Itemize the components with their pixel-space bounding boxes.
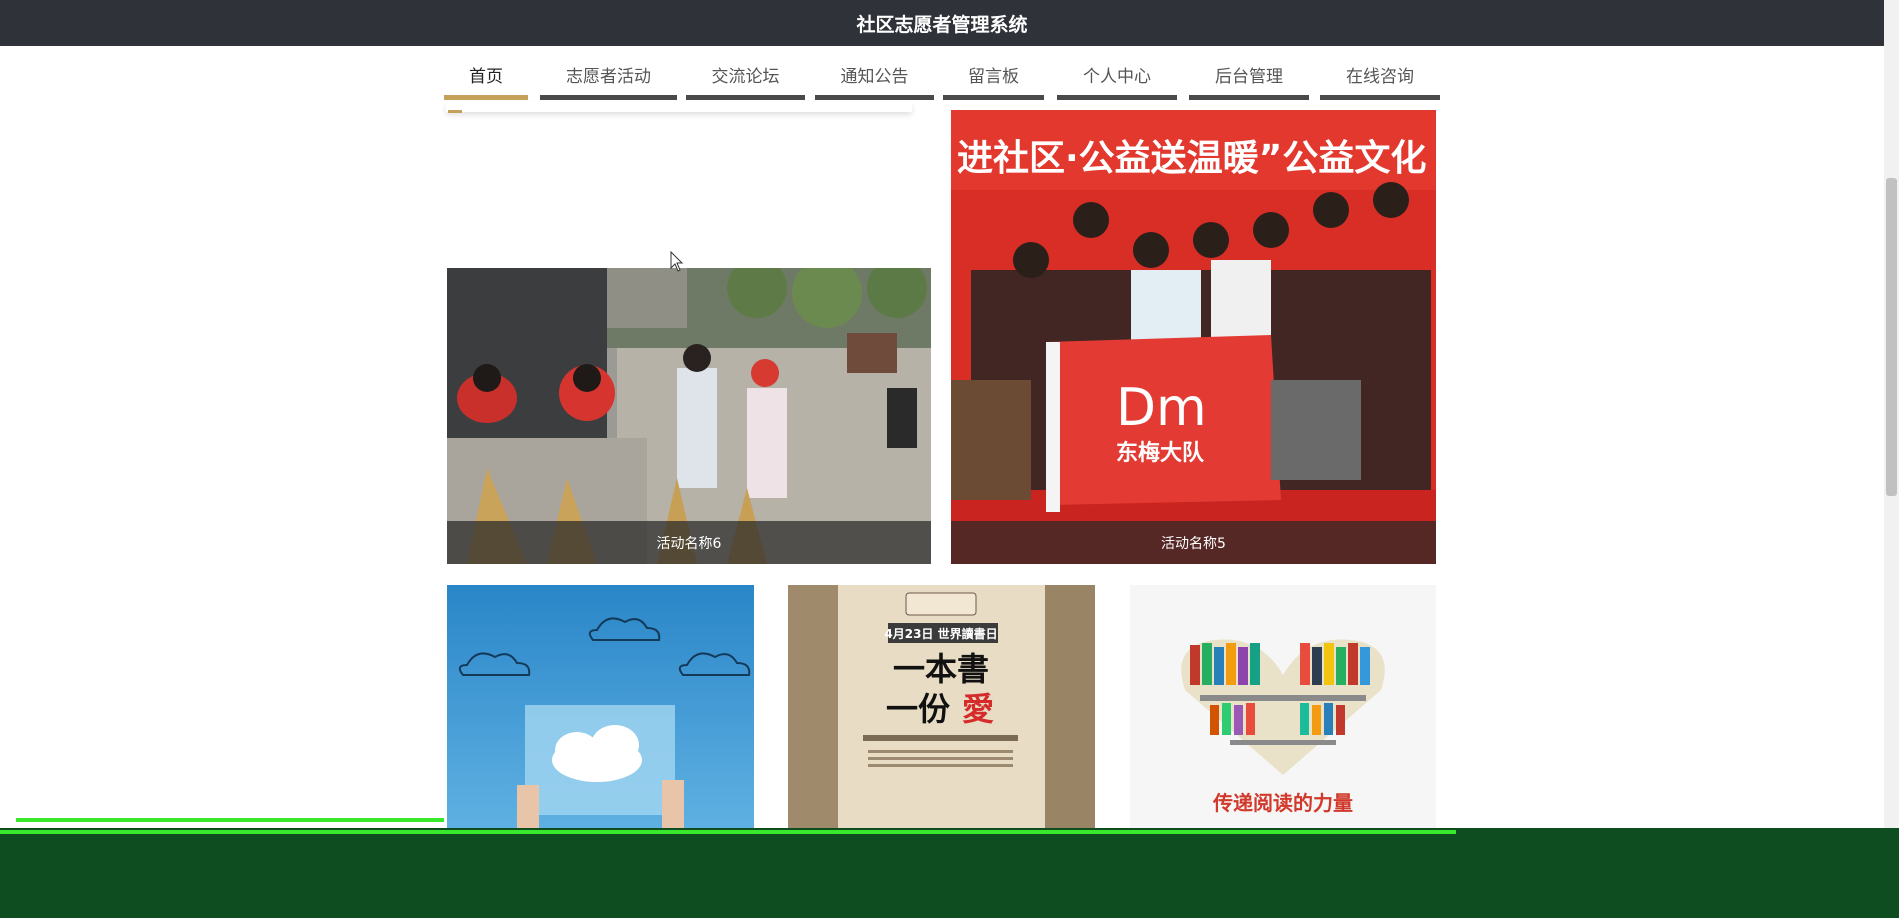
overlay-line	[0, 830, 1456, 834]
nav-item-home[interactable]: 首页	[444, 46, 528, 102]
group-photo: 进社区·公益送温暖”公益文化 Dm 东梅大队	[951, 110, 1436, 564]
svg-text:进社区·公益送温暖”公益文化: 进社区·公益送温暖”公益文化	[957, 138, 1426, 179]
activity-thumb-cloud[interactable]	[447, 585, 754, 830]
activity-card-6[interactable]: 活动名称6	[447, 268, 931, 564]
mouse-cursor-icon	[670, 251, 684, 272]
app-header: 社区志愿者管理系统	[0, 0, 1884, 46]
nav-item-forum[interactable]: 交流论坛	[686, 46, 805, 102]
nav-item-admin[interactable]: 后台管理	[1189, 46, 1309, 102]
bottom-overlay-band	[0, 828, 1899, 918]
nav-item-notices[interactable]: 通知公告	[815, 46, 934, 102]
news-card-edge	[446, 102, 912, 112]
activity-thumb-reading-day[interactable]: 4月23日 世界讀書日 一本書 一份 愛	[788, 585, 1095, 830]
svg-text:一本書: 一本書	[893, 650, 989, 688]
main-nav: 首页 志愿者活动 交流论坛 通知公告 留言板 个人中心 后台管理 在线咨询	[0, 46, 1884, 102]
reading-day-poster-image: 4月23日 世界讀書日 一本書 一份 愛	[788, 585, 1095, 830]
svg-text:愛: 愛	[962, 690, 994, 728]
cloud-sign-image	[447, 585, 754, 830]
svg-text:Dm: Dm	[1116, 378, 1207, 438]
overlay-line	[16, 818, 444, 822]
svg-text:一份: 一份	[886, 690, 950, 728]
svg-text:4月23日 世界讀書日: 4月23日 世界讀書日	[884, 626, 997, 641]
activity-thumb-book-heart[interactable]: 传递阅读的力量	[1130, 585, 1436, 830]
nav-item-activities[interactable]: 志愿者活动	[540, 46, 677, 102]
app-title: 社区志愿者管理系统	[856, 13, 1028, 36]
svg-text:东梅大队: 东梅大队	[1116, 440, 1205, 466]
book-heart-image: 传递阅读的力量	[1130, 585, 1436, 830]
accent-mark	[448, 110, 462, 113]
nav-item-message-board[interactable]: 留言板	[943, 46, 1044, 102]
activity-caption: 活动名称6	[447, 521, 931, 564]
activity-card-5[interactable]: 进社区·公益送温暖”公益文化 Dm 东梅大队 活动名称5	[951, 110, 1436, 564]
nav-item-consult[interactable]: 在线咨询	[1320, 46, 1440, 102]
nav-item-profile[interactable]: 个人中心	[1057, 46, 1177, 102]
activity-caption: 活动名称5	[951, 521, 1436, 564]
scrollbar-thumb[interactable]	[1886, 178, 1897, 496]
street-cleaning-photo	[447, 268, 931, 564]
svg-text:传递阅读的力量: 传递阅读的力量	[1212, 791, 1353, 815]
